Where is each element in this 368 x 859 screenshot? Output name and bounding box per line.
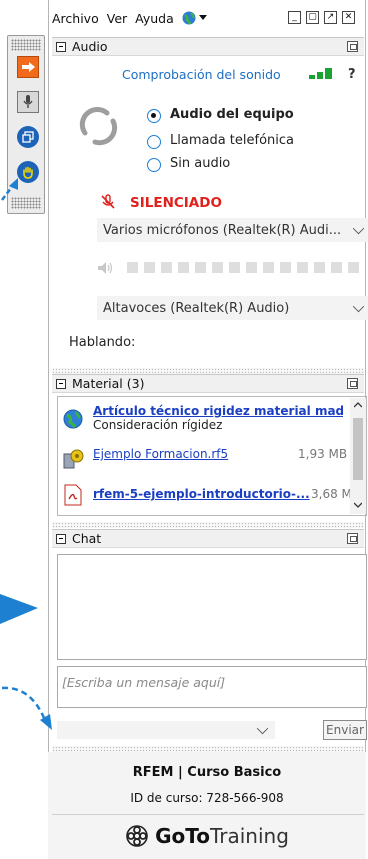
level-segment (246, 262, 257, 273)
level-segment (297, 262, 308, 273)
popout-section-icon[interactable] (347, 378, 358, 389)
globe-menu[interactable] (182, 11, 207, 25)
level-segment (280, 262, 291, 273)
level-segment (331, 262, 342, 273)
popout-icon: ↗ (326, 12, 335, 22)
microphone-select-value: Varios micrófonos (Realtek(R) Audi... (103, 222, 342, 238)
rfem-file-icon (63, 449, 84, 469)
level-segment (212, 262, 223, 273)
level-segment (348, 262, 359, 273)
collapse-icon[interactable] (56, 378, 66, 389)
chat-message-input[interactable]: [Escriba un mensaje aquí] (57, 666, 367, 708)
minimize-icon: _ (292, 12, 297, 22)
chevron-down-icon (352, 300, 365, 313)
material-item-link[interactable]: Artículo técnico rigidez material madera (93, 404, 343, 418)
radio-audio-equipo[interactable] (147, 109, 161, 123)
web-article-icon (63, 409, 83, 429)
level-segment (263, 262, 274, 273)
option-llamada-label: Llamada telefónica (170, 133, 295, 148)
logo-training-text: Training (209, 824, 289, 848)
option-sin-audio-label: Sin audio (170, 156, 231, 171)
gototraining-logo: GoTo Training (48, 822, 366, 850)
microphone-select[interactable]: Varios micrófonos (Realtek(R) Audi... (97, 218, 368, 242)
scroll-thumb[interactable] (353, 418, 363, 480)
speaking-label: Hablando: (69, 335, 136, 350)
help-icon[interactable]: ? (348, 67, 356, 82)
chat-history[interactable] (57, 554, 367, 660)
hand-icon (23, 166, 33, 179)
level-segment (314, 262, 325, 273)
collapse-icon[interactable] (56, 533, 66, 544)
footer-divider (52, 814, 364, 815)
chat-title: Chat (72, 531, 102, 546)
send-button[interactable]: Enviar (323, 720, 367, 740)
material-item-2[interactable]: Ejemplo Formacion.rf5 (93, 447, 263, 461)
window-button[interactable] (17, 126, 39, 148)
window-icon (22, 131, 34, 143)
menu-archivo[interactable]: Archivo (52, 11, 99, 26)
chat-section-header[interactable]: Chat (52, 529, 364, 548)
popout-section-icon[interactable] (347, 41, 358, 52)
level-segment (127, 262, 138, 273)
arrow-right-button[interactable] (17, 56, 39, 78)
chat-recipient-select[interactable] (57, 721, 275, 739)
menu-ayuda[interactable]: Ayuda (135, 11, 174, 26)
course-id: ID de curso: 728-566-908 (130, 791, 284, 805)
mic-muted-icon (101, 194, 115, 209)
level-segment (178, 262, 189, 273)
muted-status: SILENCIADO (130, 195, 222, 211)
signal-level-icon (309, 68, 332, 79)
toolbar-grip-top[interactable] (11, 39, 41, 51)
level-segment (161, 262, 172, 273)
microphone-button[interactable] (17, 91, 39, 113)
course-name: RFEM | Curso Basico (132, 765, 282, 780)
section-splitter[interactable] (52, 522, 364, 528)
minimize-button[interactable]: _ (288, 11, 301, 24)
material-item-subtitle: Consideración rígidez (93, 418, 223, 432)
level-segment (229, 262, 240, 273)
speaker-select[interactable]: Altavoces (Realtek(R) Audio) (97, 296, 368, 320)
material-item-1[interactable]: Artículo técnico rigidez material madera… (93, 404, 343, 432)
radio-llamada-telefonica[interactable] (147, 135, 161, 149)
pointer-triangle-icon (0, 594, 38, 624)
scroll-down-icon[interactable] (354, 502, 362, 508)
audio-title: Audio (72, 39, 108, 54)
goto-logo-icon (126, 825, 148, 847)
pointer-arrow-icon (1, 178, 18, 201)
loading-spinner-icon (79, 107, 118, 146)
material-item-link[interactable]: rfem-5-ejemplo-introductorio-... (93, 487, 310, 501)
menu-ver[interactable]: Ver (107, 11, 127, 26)
sound-check-link[interactable]: Comprobación del sonido (122, 67, 281, 82)
material-item-link[interactable]: Ejemplo Formacion.rf5 (93, 447, 263, 461)
logo-goto-text: GoTo (155, 824, 210, 848)
audio-section-header[interactable]: Audio (52, 37, 364, 56)
collapse-icon[interactable] (56, 41, 66, 52)
globe-icon (182, 11, 196, 25)
popout-section-icon[interactable] (347, 533, 358, 544)
close-icon: ✕ (344, 12, 353, 22)
chevron-down-icon (256, 722, 269, 735)
restore-icon: ▢ (308, 12, 317, 22)
arrow-right-icon (22, 62, 35, 72)
close-button[interactable]: ✕ (342, 11, 355, 24)
material-item-3[interactable]: rfem-5-ejemplo-introductorio-... (93, 487, 310, 501)
speaker-icon (98, 262, 113, 274)
material-scrollbar[interactable] (350, 398, 366, 514)
material-item-size: 1,93 MB (298, 447, 348, 461)
material-section-header[interactable]: Material (3) (52, 374, 364, 393)
material-title: Material (3) (72, 376, 145, 391)
level-segment (144, 262, 155, 273)
chevron-down-icon (352, 222, 365, 235)
speaker-select-value: Altavoces (Realtek(R) Audio) (103, 300, 290, 316)
popout-button[interactable]: ↗ (324, 11, 337, 24)
pdf-file-icon (64, 484, 82, 506)
microphone-icon (23, 95, 33, 108)
level-segment (195, 262, 206, 273)
pointer-curve-arrow-icon (1, 686, 52, 730)
scroll-up-icon[interactable] (354, 402, 362, 408)
option-audio-equipo-label: Audio del equipo (170, 107, 294, 122)
radio-sin-audio[interactable] (147, 158, 161, 172)
restore-button[interactable]: ▢ (306, 11, 319, 24)
caret-down-icon (198, 15, 207, 20)
